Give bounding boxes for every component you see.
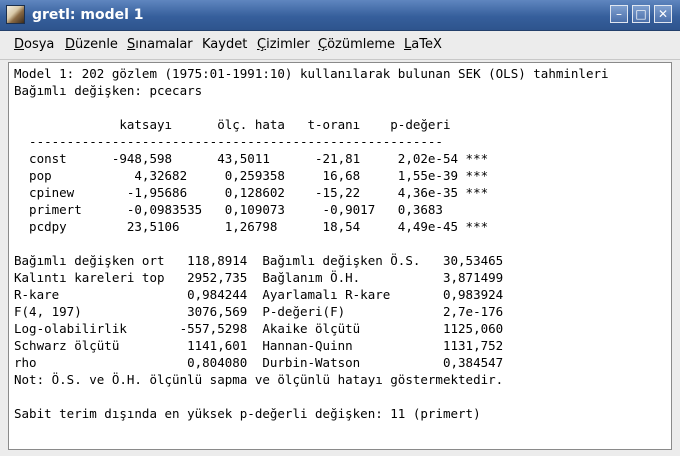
stats-row: Log-olabilirlik -557,5298 Akaike ölçütü … xyxy=(14,321,504,336)
model-output: Model 1: 202 gözlem (1975:01-1991:10) ku… xyxy=(14,65,609,422)
app-icon[interactable] xyxy=(6,5,25,24)
menu-label: Kaydet xyxy=(202,37,248,52)
title-bar[interactable]: gretl: model 1 – □ ✕ xyxy=(0,0,680,31)
menu-mnemonic: Ç xyxy=(318,37,328,52)
menu-label: osya xyxy=(24,37,55,52)
menu-label: aTeX xyxy=(411,37,442,52)
note-line: Not: Ö.S. ve Ö.H. ölçünlü sapma ve ölçün… xyxy=(14,372,504,387)
menu-kaydet[interactable]: Kaydet xyxy=(202,37,247,53)
minimize-button[interactable]: – xyxy=(610,5,628,23)
dependent-variable: Bağımlı değişken: pcecars xyxy=(14,83,203,98)
menu-duzenle[interactable]: Düzenle xyxy=(65,37,118,53)
stats-row: F(4, 197) 3076,569 P-değeri(F) 2,7e-176 xyxy=(14,304,504,319)
gretl-model-window: gretl: model 1 – □ ✕ Dosya Düzenle Sınam… xyxy=(0,0,680,456)
coef-row-cpinew: cpinew -1,95686 0,128602 -15,22 4,36e-35… xyxy=(14,185,489,200)
menu-mnemonic: Ç xyxy=(257,37,267,52)
menu-sinamalar[interactable]: Sınamalar xyxy=(127,37,193,53)
coef-row-primert: primert -0,0983535 0,109073 -0,9017 0,36… xyxy=(14,202,443,217)
model-output-textview[interactable]: Model 1: 202 gözlem (1975:01-1991:10) ku… xyxy=(8,62,672,450)
coef-table-header: katsayı ölç. hata t-oranı p-değeri xyxy=(14,117,451,132)
menu-mnemonic: D xyxy=(14,37,25,52)
stats-row: Kalıntı kareleri top 2952,735 Bağlanım Ö… xyxy=(14,270,504,285)
menu-cizimler[interactable]: Çizimler xyxy=(257,37,310,53)
menu-latex[interactable]: LaTeX xyxy=(404,37,442,53)
model-header: Model 1: 202 gözlem (1975:01-1991:10) ku… xyxy=(14,66,609,81)
menu-bar: Dosya Düzenle Sınamalar Kaydet Çizimler … xyxy=(0,31,680,60)
stats-row: Bağımlı değişken ort 118,8914 Bağımlı de… xyxy=(14,253,504,268)
menu-cozumleme[interactable]: Çözümleme xyxy=(318,37,395,53)
menu-dosya[interactable]: Dosya xyxy=(14,37,54,53)
coef-row-pop: pop 4,32682 0,259358 16,68 1,55e-39 *** xyxy=(14,168,489,183)
menu-mnemonic: D xyxy=(65,37,76,52)
coef-row-const: const -948,598 43,5011 -21,81 2,02e-54 *… xyxy=(14,151,489,166)
window-title: gretl: model 1 xyxy=(32,7,144,23)
coef-table-separator: ----------------------------------------… xyxy=(14,134,443,149)
close-button[interactable]: ✕ xyxy=(654,5,672,23)
stats-row: R-kare 0,984244 Ayarlamalı R-kare 0,9839… xyxy=(14,287,504,302)
menu-label: ınamalar xyxy=(135,37,193,52)
stats-row: Schwarz ölçütü 1141,601 Hannan-Quinn 113… xyxy=(14,338,504,353)
menu-label: özümleme xyxy=(327,37,396,52)
maximize-button[interactable]: □ xyxy=(632,5,650,23)
footer-line: Sabit terim dışında en yüksek p-değerli … xyxy=(14,406,481,421)
menu-label: üzenle xyxy=(75,37,118,52)
menu-label: izimler xyxy=(266,37,310,52)
coef-row-pcdpy: pcdpy 23,5106 1,26798 18,54 4,49e-45 *** xyxy=(14,219,489,234)
stats-row: rho 0,804080 Durbin-Watson 0,384547 xyxy=(14,355,504,370)
